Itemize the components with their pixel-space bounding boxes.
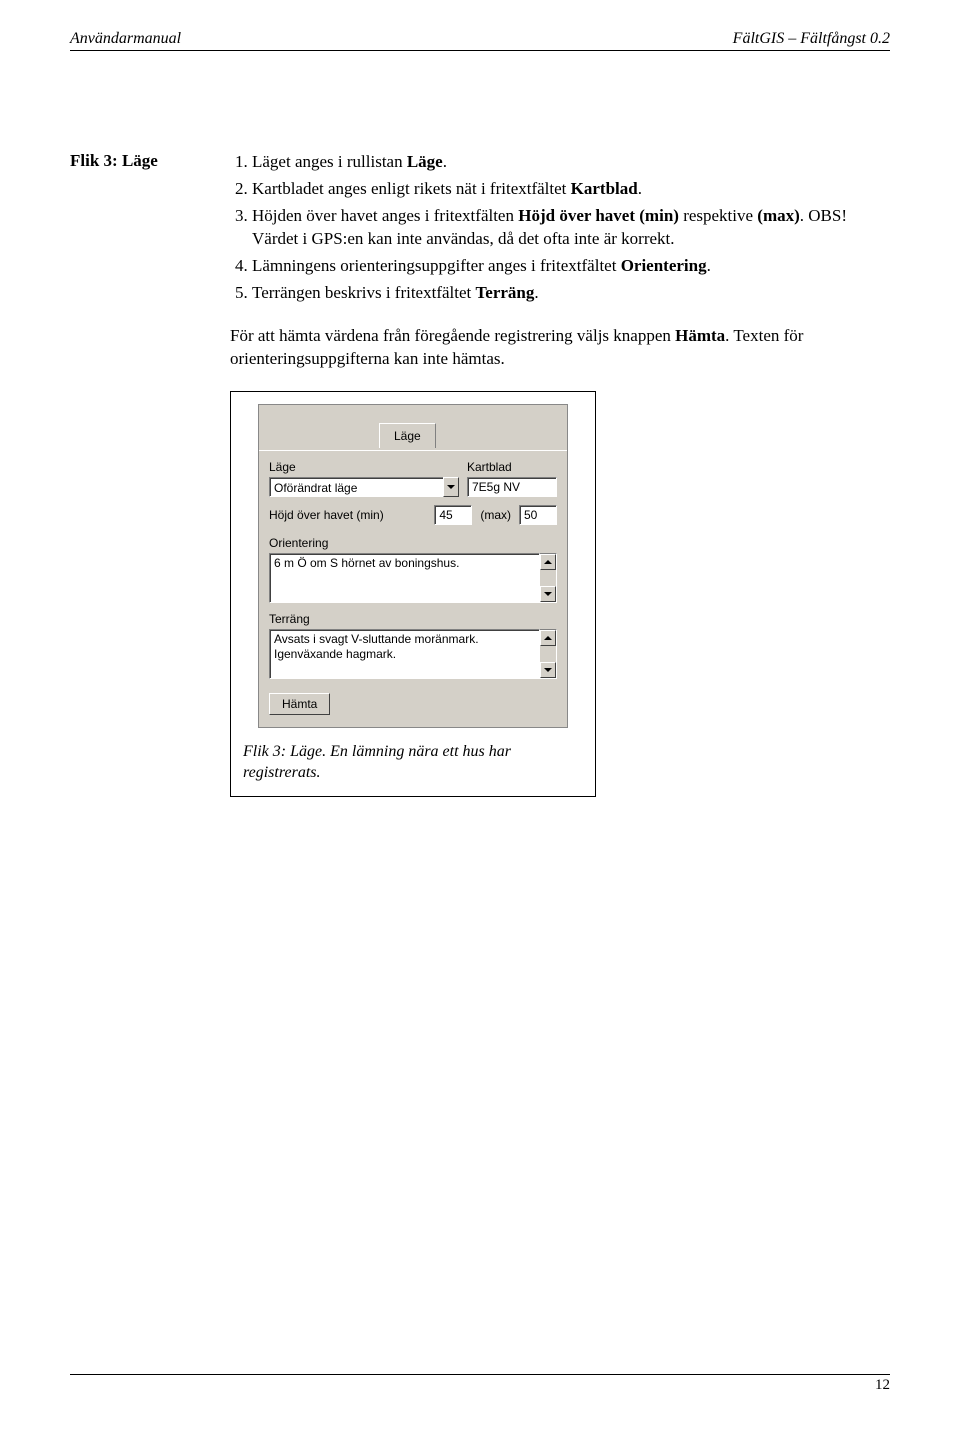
instruction-item: Höjden över havet anges i fritextfälten … — [252, 205, 890, 251]
page-footer: 12 — [70, 1374, 890, 1394]
lage-select[interactable]: Oförändrat läge — [269, 477, 459, 497]
header-left: Användarmanual — [70, 30, 181, 48]
lage-label: Läge — [269, 459, 467, 475]
hojd-min-input[interactable] — [434, 505, 472, 525]
terrang-textarea[interactable] — [269, 629, 540, 679]
chevron-down-icon[interactable] — [540, 662, 556, 678]
page-header: Användarmanual FältGIS – Fältfångst 0.2 — [70, 30, 890, 51]
section-heading: Flik 3: Läge — [70, 151, 230, 171]
figure-box: Läge Läge Kartblad Oförändrat läge — [230, 391, 596, 797]
instruction-item: Lämningens orienteringsuppgifter anges i… — [252, 255, 890, 278]
chevron-down-icon[interactable] — [540, 586, 556, 602]
chevron-down-icon[interactable] — [443, 477, 459, 497]
figure-caption: Flik 3: Läge. En lämning nära ett hus ha… — [243, 742, 583, 784]
page-number: 12 — [875, 1377, 890, 1393]
orientering-label: Orientering — [269, 535, 557, 551]
instruction-item: Terrängen beskrivs i fritextfältet Terrä… — [252, 282, 890, 305]
tab-header: Läge — [259, 405, 567, 451]
kartblad-input[interactable] — [467, 477, 557, 497]
chevron-up-icon[interactable] — [540, 554, 556, 570]
lage-select-value: Oförändrat läge — [269, 477, 443, 497]
header-right: FältGIS – Fältfångst 0.2 — [733, 30, 890, 48]
instruction-item: Kartbladet anges enligt rikets nät i fri… — [252, 178, 890, 201]
scrollbar[interactable] — [540, 629, 557, 679]
orientering-textarea[interactable] — [269, 553, 540, 603]
scrollbar[interactable] — [540, 553, 557, 603]
instruction-item: Läget anges i rullistan Läge. — [252, 151, 890, 174]
form-panel: Läge Läge Kartblad Oförändrat läge — [258, 404, 568, 729]
chevron-up-icon[interactable] — [540, 630, 556, 646]
hamta-button[interactable]: Hämta — [269, 693, 330, 715]
terrang-label: Terräng — [269, 611, 557, 627]
hojd-max-input[interactable] — [519, 505, 557, 525]
hojd-label: Höjd över havet (min) — [269, 507, 426, 523]
kartblad-label: Kartblad — [467, 459, 557, 475]
instruction-list: Läget anges i rullistan Läge. Kartbladet… — [230, 151, 890, 305]
max-label: (max) — [480, 507, 511, 523]
tab-lage[interactable]: Läge — [379, 423, 436, 448]
paragraph-hamta: För att hämta värdena från föregående re… — [230, 325, 890, 371]
